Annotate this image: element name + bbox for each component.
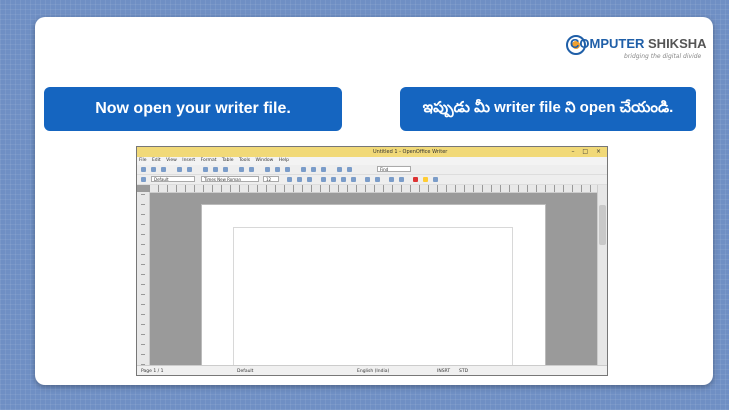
font-color-icon[interactable] — [413, 177, 418, 182]
draw-icon[interactable] — [285, 167, 290, 172]
spellcheck-icon[interactable] — [187, 167, 192, 172]
menu-help[interactable]: Help — [279, 158, 289, 163]
menu-edit[interactable]: Edit — [152, 158, 161, 163]
help-icon[interactable] — [347, 167, 352, 172]
paste-icon[interactable] — [223, 167, 228, 172]
writer-menubar: File Edit View Insert Format Table Tools… — [137, 157, 607, 165]
logo-part1: COMPUTER — [570, 36, 645, 51]
menu-window[interactable]: Window — [256, 158, 274, 163]
english-instruction: Now open your writer file. — [44, 87, 342, 131]
vertical-ruler[interactable] — [137, 192, 150, 365]
navigator-icon[interactable] — [311, 167, 316, 172]
open-icon[interactable] — [151, 167, 156, 172]
menu-format[interactable]: Format — [201, 158, 217, 163]
align-left-icon[interactable] — [321, 177, 326, 182]
find-field[interactable]: Find — [377, 166, 411, 172]
numbering-icon[interactable] — [365, 177, 370, 182]
writer-window-title: Untitled 1 - OpenOffice Writer — [373, 149, 448, 155]
writer-statusbar: Page 1 / 1 Default English (India) INSRT… — [137, 365, 607, 375]
status-language: English (India) — [357, 369, 390, 374]
highlight-icon[interactable] — [423, 177, 428, 182]
writer-screenshot: Untitled 1 - OpenOffice Writer – □ × Fil… — [136, 146, 608, 376]
formatting-toolbar: Default Times New Roman 12 — [137, 175, 607, 185]
menu-file[interactable]: File — [139, 158, 147, 163]
status-style: Default — [237, 369, 254, 374]
status-page: Page 1 / 1 — [141, 369, 164, 374]
status-mode: INSRT — [437, 369, 451, 374]
bold-icon[interactable] — [287, 177, 292, 182]
status-selection: STD — [459, 369, 469, 374]
logo-part2: SHIKSHA — [648, 36, 707, 51]
redo-icon[interactable] — [249, 167, 254, 172]
logo-tagline: bridging the digital divide — [624, 53, 702, 60]
cut-icon[interactable] — [203, 167, 208, 172]
font-name-select[interactable]: Times New Roman — [201, 176, 259, 182]
hyperlink-icon[interactable] — [265, 167, 270, 172]
underline-icon[interactable] — [307, 177, 312, 182]
computer-shiksha-logo: COMPUTER SHIKSHA bridging the digital di… — [566, 32, 707, 62]
font-size-select[interactable]: 12 — [263, 176, 279, 182]
menu-view[interactable]: View — [166, 158, 177, 163]
table-icon[interactable] — [275, 167, 280, 172]
undo-icon[interactable] — [239, 167, 244, 172]
align-center-icon[interactable] — [331, 177, 336, 182]
logo-text: COMPUTER SHIKSHA — [570, 36, 707, 51]
styles-icon[interactable] — [141, 177, 146, 182]
scroll-thumb[interactable] — [599, 205, 606, 245]
justify-icon[interactable] — [351, 177, 356, 182]
italic-icon[interactable] — [297, 177, 302, 182]
telugu-instruction: ఇప్పుడు మీ writer file ని open చేయండి. — [400, 87, 696, 131]
align-right-icon[interactable] — [341, 177, 346, 182]
find-replace-icon[interactable] — [301, 167, 306, 172]
bullets-icon[interactable] — [375, 177, 380, 182]
menu-insert[interactable]: Insert — [182, 158, 195, 163]
menu-tools[interactable]: Tools — [239, 158, 250, 163]
text-boundary — [233, 227, 513, 375]
indent-decrease-icon[interactable] — [389, 177, 394, 182]
standard-toolbar: Find — [137, 165, 607, 175]
background-color-icon[interactable] — [433, 177, 438, 182]
gallery-icon[interactable] — [321, 167, 326, 172]
paragraph-style-select[interactable]: Default — [151, 176, 195, 182]
zoom-icon[interactable] — [337, 167, 342, 172]
horizontal-ruler[interactable] — [149, 185, 597, 193]
document-page[interactable] — [201, 204, 546, 375]
window-controls: – □ × — [571, 148, 604, 155]
print-icon[interactable] — [177, 167, 182, 172]
save-icon[interactable] — [161, 167, 166, 172]
vertical-scrollbar[interactable] — [597, 185, 607, 365]
indent-increase-icon[interactable] — [399, 177, 404, 182]
new-icon[interactable] — [141, 167, 146, 172]
menu-table[interactable]: Table — [222, 158, 234, 163]
writer-titlebar: Untitled 1 - OpenOffice Writer – □ × — [137, 147, 607, 157]
copy-icon[interactable] — [213, 167, 218, 172]
